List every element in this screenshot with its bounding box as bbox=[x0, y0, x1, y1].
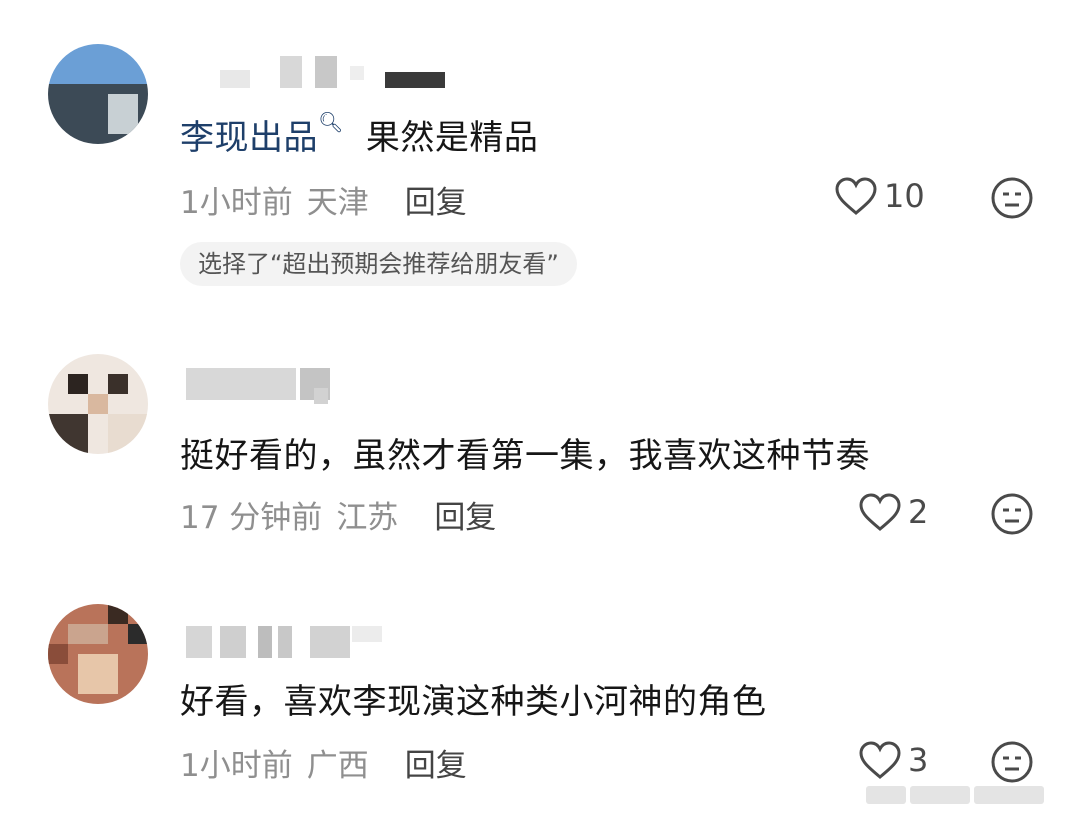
comment-meta: 1小时前 天津 回复 bbox=[180, 177, 467, 222]
like-button[interactable]: 2 bbox=[858, 492, 928, 532]
like-button[interactable]: 3 bbox=[858, 740, 928, 780]
username-blurred[interactable] bbox=[180, 368, 450, 404]
reply-button[interactable]: 回复 bbox=[405, 185, 467, 221]
username-blurred[interactable] bbox=[180, 56, 450, 88]
rating-tag: 选择了“超出预期会推荐给朋友看” bbox=[180, 242, 577, 286]
comment-meta: 17 分钟前 江苏 回复 bbox=[180, 492, 496, 537]
like-count: 2 bbox=[908, 493, 929, 531]
comment-body: 果然是精品 bbox=[365, 118, 539, 158]
location: 江苏 bbox=[336, 500, 399, 536]
neutral-face-icon[interactable] bbox=[990, 740, 1034, 784]
avatar[interactable] bbox=[48, 604, 148, 704]
author-link[interactable]: 李现出品 bbox=[180, 118, 318, 158]
heart-outline-icon bbox=[859, 493, 901, 531]
neutral-face-icon[interactable] bbox=[990, 492, 1034, 536]
username-blurred[interactable] bbox=[180, 626, 450, 658]
location: 天津 bbox=[306, 185, 369, 221]
timestamp: 1小时前 bbox=[180, 748, 293, 784]
heart-outline-icon bbox=[859, 741, 901, 779]
comment-meta: 1小时前 广西 回复 bbox=[180, 740, 467, 785]
neutral-face-icon[interactable] bbox=[990, 176, 1034, 220]
avatar[interactable] bbox=[48, 354, 148, 454]
comment-body: 挺好看的，虽然才看第一集，我喜欢这种节奏 bbox=[180, 436, 870, 476]
comment-body: 好看，喜欢李现演这种类小河神的角色 bbox=[180, 682, 767, 722]
comment-text: 李现出品🔍︎ 果然是精品 bbox=[180, 110, 538, 159]
comment-text: 挺好看的，虽然才看第一集，我喜欢这种节奏 bbox=[180, 428, 870, 477]
location: 广西 bbox=[306, 748, 369, 784]
reply-button[interactable]: 回复 bbox=[434, 500, 496, 536]
watermark-blurred bbox=[866, 786, 1066, 808]
timestamp: 17 分钟前 bbox=[180, 500, 323, 536]
like-button[interactable]: 10 bbox=[834, 176, 925, 216]
comment-text: 好看，喜欢李现演这种类小河神的角色 bbox=[180, 674, 767, 723]
avatar[interactable] bbox=[48, 44, 148, 144]
search-icon: 🔍︎ bbox=[318, 110, 344, 134]
like-count: 10 bbox=[884, 177, 925, 215]
timestamp: 1小时前 bbox=[180, 185, 293, 221]
reply-button[interactable]: 回复 bbox=[405, 748, 467, 784]
heart-outline-icon bbox=[835, 177, 877, 215]
like-count: 3 bbox=[908, 741, 929, 779]
